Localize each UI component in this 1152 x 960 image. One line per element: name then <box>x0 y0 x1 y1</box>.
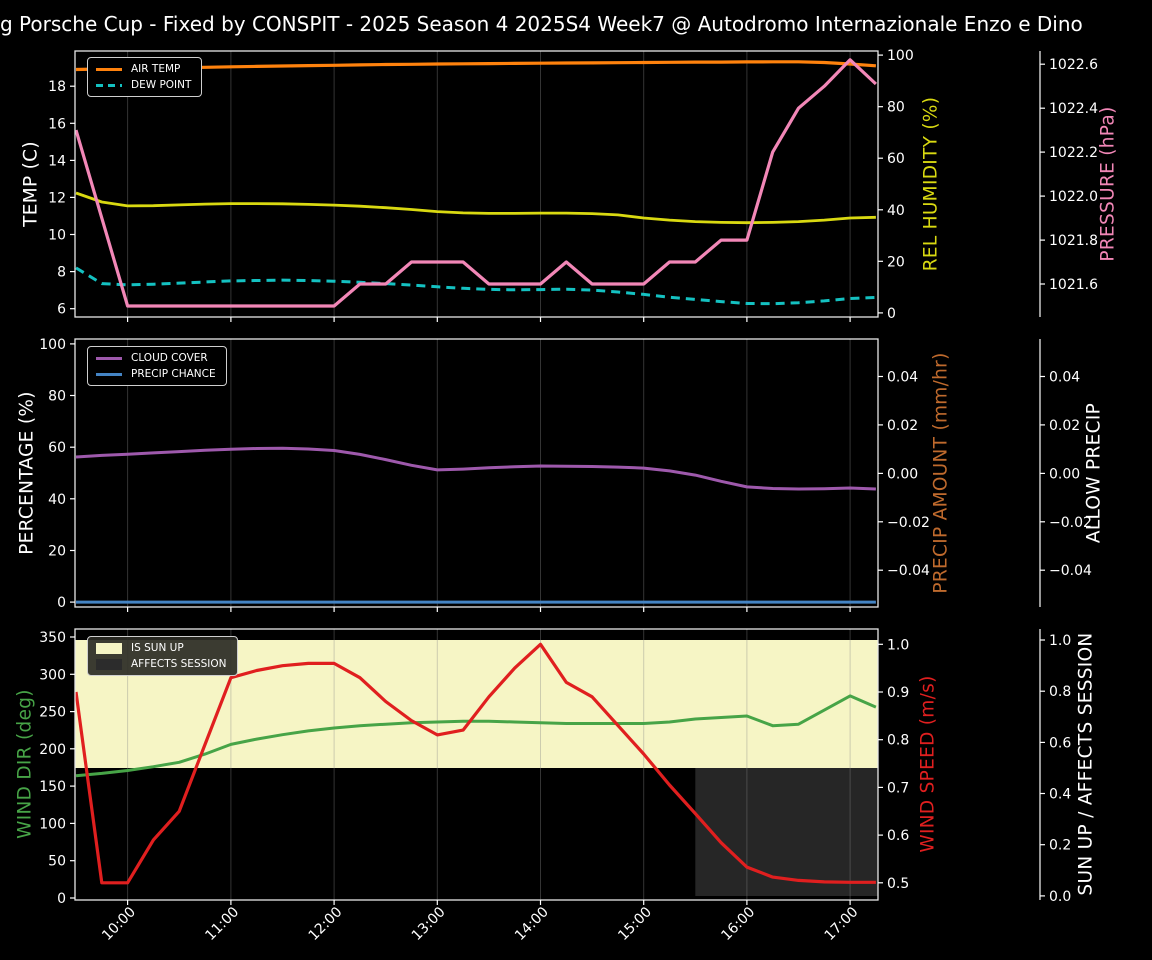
tick-label: 0.02 <box>887 418 918 434</box>
legend-item-precip-chance: PRECIP CHANCE <box>96 368 216 380</box>
axis-label-percentage: PERCENTAGE (%) <box>17 391 38 555</box>
legend-item-is-sun-up: IS SUN UP <box>96 642 227 654</box>
tick-label: 0 <box>57 891 66 907</box>
tick-label: 0.6 <box>1049 735 1071 751</box>
tick-label: 40 <box>48 492 66 508</box>
tick-label: 18 <box>48 79 66 95</box>
cloud-cover-line <box>76 448 876 489</box>
tick-label: 350 <box>39 630 66 646</box>
x-tick-label: 14:00 <box>512 904 552 944</box>
tick-label: 50 <box>48 854 66 870</box>
axis-label-wind-speed: WIND SPEED (m/s) <box>918 675 939 852</box>
tick-label: −0.02 <box>887 515 930 531</box>
legend-label: PRECIP CHANCE <box>131 368 216 380</box>
axis-label-allow-precip: ALLOW PRECIP <box>1084 403 1105 543</box>
sun-up-patch-swatch <box>96 643 122 654</box>
tick-label: 1022.2 <box>1049 145 1098 161</box>
tick-label: 100 <box>39 337 66 353</box>
cloud-cover-line-swatch <box>96 357 122 360</box>
tick-label: 10 <box>48 228 66 244</box>
x-tick-label: 16:00 <box>718 904 758 944</box>
tick-label: 1.0 <box>1049 633 1071 649</box>
legend-label: AFFECTS SESSION <box>131 658 227 670</box>
air-temp-line-swatch <box>96 68 122 71</box>
legend-item-cloud-cover: CLOUD COVER <box>96 352 216 364</box>
tick-label: 0.5 <box>887 876 909 892</box>
tick-label: 0 <box>887 306 896 322</box>
precip-chance-line-swatch <box>96 373 122 376</box>
legend-wind-sun: IS SUN UP AFFECTS SESSION <box>87 636 238 676</box>
tick-label: 8 <box>57 265 66 281</box>
tick-label: 300 <box>39 667 66 683</box>
tick-label: 0.00 <box>1049 466 1080 482</box>
tick-label: 0.02 <box>1049 418 1080 434</box>
tick-label: 1021.6 <box>1049 277 1098 293</box>
tick-label: 0.4 <box>1049 787 1071 803</box>
tick-label: 0.04 <box>1049 370 1080 386</box>
tick-label: −0.04 <box>887 563 930 579</box>
tick-label: 80 <box>887 100 905 116</box>
tick-label: 200 <box>39 742 66 758</box>
tick-label: 1022.6 <box>1049 57 1098 73</box>
dew-point-line-swatch <box>96 84 122 87</box>
x-tick-label: 10:00 <box>99 904 139 944</box>
tick-label: 0.8 <box>1049 684 1071 700</box>
x-tick-label: 13:00 <box>409 904 449 944</box>
tick-label: 20 <box>887 254 905 270</box>
legend-label: DEW POINT <box>131 79 191 91</box>
tick-label: 100 <box>887 48 914 64</box>
tick-label: 0.8 <box>887 733 909 749</box>
axis-label-temp: TEMP (C) <box>21 141 42 227</box>
tick-label: 0.0 <box>1049 889 1071 905</box>
tick-label: 20 <box>48 544 66 560</box>
tick-label: 16 <box>48 116 66 132</box>
tick-label: 60 <box>48 440 66 456</box>
x-tick-label: 15:00 <box>615 904 655 944</box>
tick-label: 0.2 <box>1049 838 1071 854</box>
affects-session-patch-swatch <box>96 659 122 670</box>
axis-label-precip-amount: PRECIP AMOUNT (mm/hr) <box>931 352 952 593</box>
tick-label: 0.6 <box>887 828 909 844</box>
tick-label: 12 <box>48 190 66 206</box>
tick-label: 40 <box>887 203 905 219</box>
x-tick-labels: 10:00 11:00 12:00 13:00 14:00 15:00 16:00 17:00 <box>99 904 861 944</box>
tick-label: 0 <box>57 595 66 611</box>
legend-item-dew-point: DEW POINT <box>96 79 191 91</box>
legend-label: AIR TEMP <box>131 63 180 75</box>
axis-label-rel-humidity: REL HUMIDITY (%) <box>921 97 942 272</box>
axis-label-wind-dir: WIND DIR (deg) <box>15 689 36 839</box>
tick-label: 250 <box>39 705 66 721</box>
chart-canvas: 6 8 10 12 14 16 18 0 20 40 60 80 100 1021.6 1021.8 1022… <box>0 0 1152 960</box>
tick-label: 80 <box>48 389 66 405</box>
legend-item-affects-session: AFFECTS SESSION <box>96 658 227 670</box>
axis-label-pressure: PRESSURE (hPa) <box>1098 106 1119 261</box>
tick-label: 6 <box>57 302 66 318</box>
legend-cloud-precip: CLOUD COVER PRECIP CHANCE <box>87 346 227 386</box>
legend-label: CLOUD COVER <box>131 352 208 364</box>
tick-label: 0.04 <box>887 370 918 386</box>
tick-label: 1022.4 <box>1049 101 1098 117</box>
tick-label: 14 <box>48 153 66 169</box>
tick-label: 0.9 <box>887 685 909 701</box>
tick-label: −0.04 <box>1049 563 1092 579</box>
weather-forecast-figure: g Porsche Cup - Fixed by CONSPIT - 2025 … <box>0 0 1152 960</box>
axis-label-sun-session: SUN UP / AFFECTS SESSION <box>1076 632 1097 895</box>
x-tick-label: 17:00 <box>822 904 862 944</box>
tick-label: 0.7 <box>887 780 909 796</box>
x-tick-label: 12:00 <box>306 904 346 944</box>
legend-label: IS SUN UP <box>131 642 184 654</box>
tick-label: 60 <box>887 151 905 167</box>
tick-label: 1021.8 <box>1049 233 1098 249</box>
tick-label: 1.0 <box>887 637 909 653</box>
tick-label: 1022.0 <box>1049 189 1098 205</box>
legend-temperature: AIR TEMP DEW POINT <box>87 57 202 97</box>
tick-label: 150 <box>39 779 66 795</box>
legend-item-air-temp: AIR TEMP <box>96 63 191 75</box>
x-tick-label: 11:00 <box>202 904 242 944</box>
tick-label: 100 <box>39 816 66 832</box>
tick-label: 0.00 <box>887 466 918 482</box>
